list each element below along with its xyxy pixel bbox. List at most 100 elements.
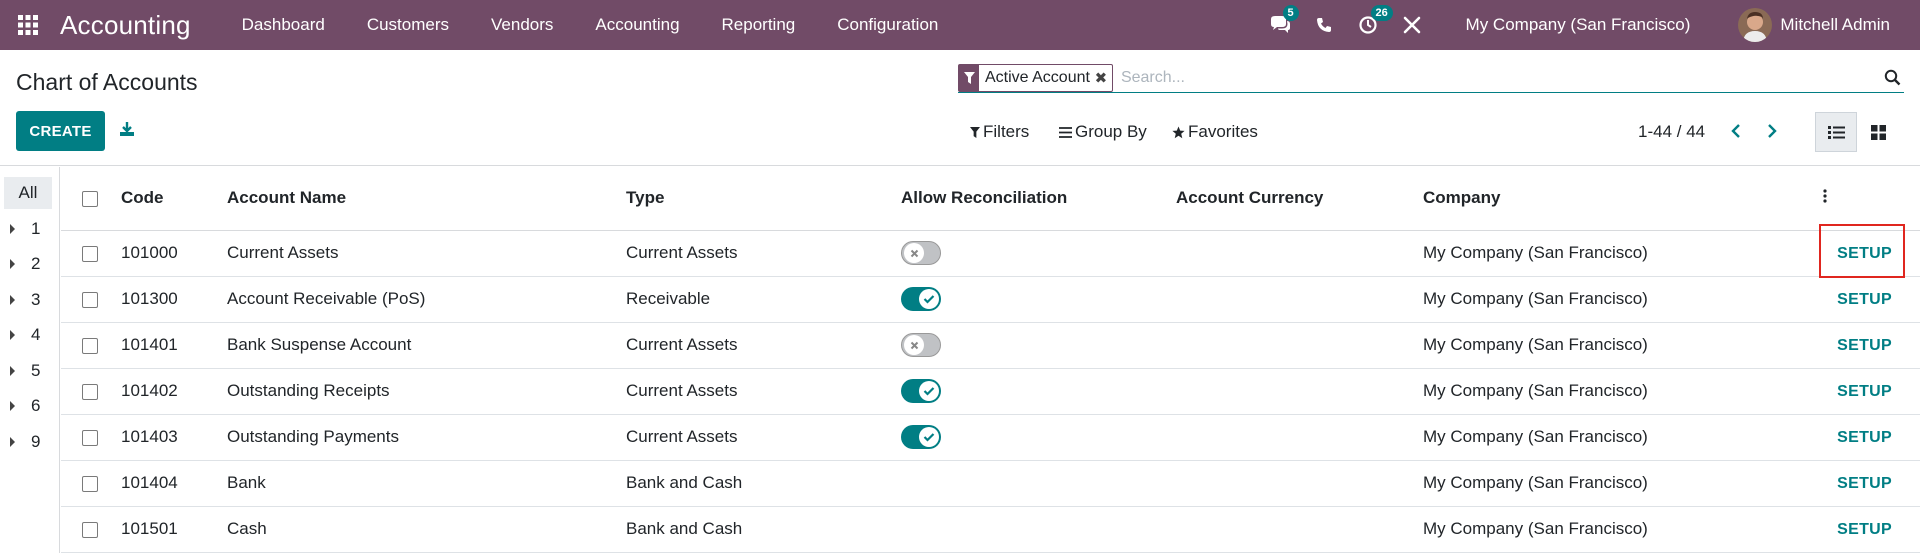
search-input[interactable] (1112, 63, 1880, 92)
setup-button[interactable]: SETUP (1837, 337, 1892, 355)
row-checkbox[interactable] (82, 383, 98, 400)
side-panel-all[interactable]: All (4, 177, 52, 209)
header-allow-reconciliation[interactable]: Allow Reconciliation (901, 167, 1176, 231)
setup-button[interactable]: SETUP (1837, 245, 1892, 263)
header-type[interactable]: Type (626, 167, 901, 231)
tools-icon[interactable] (1390, 0, 1434, 50)
side-panel-group[interactable]: 2 (10, 252, 40, 276)
header-account-currency[interactable]: Account Currency (1176, 167, 1423, 231)
row-checkbox[interactable] (82, 245, 98, 262)
messages-badge: 5 (1282, 5, 1299, 21)
column-options-icon[interactable] (1823, 188, 1827, 208)
list-view-icon[interactable] (1815, 112, 1857, 152)
create-button[interactable]: CREATE (16, 111, 105, 151)
table-row[interactable]: 101401 Bank Suspense Account Current Ass… (61, 322, 1920, 369)
caret-right-icon (10, 437, 15, 447)
row-checkbox[interactable] (82, 337, 98, 354)
header-code[interactable]: Code (121, 167, 227, 231)
cell-code: 101404 (121, 460, 227, 507)
reconcile-toggle[interactable] (901, 241, 941, 265)
setup-button[interactable]: SETUP (1837, 521, 1892, 539)
phone-icon[interactable] (1302, 0, 1346, 50)
reconcile-toggle[interactable] (901, 287, 941, 311)
reconcile-toggle[interactable] (901, 333, 941, 357)
chevron-right-icon[interactable] (1762, 120, 1782, 142)
caret-right-icon (10, 401, 15, 411)
row-checkbox[interactable] (82, 475, 98, 492)
reconcile-toggle[interactable] (901, 425, 941, 449)
setup-button[interactable]: SETUP (1837, 475, 1892, 493)
row-checkbox[interactable] (82, 521, 98, 538)
chevron-left-icon[interactable] (1726, 120, 1746, 142)
side-panel: All 1 2 3 4 5 6 9 (0, 167, 60, 553)
activity-clock-icon[interactable]: 26 (1346, 0, 1393, 50)
table-row[interactable]: 101403 Outstanding Payments Current Asse… (61, 414, 1920, 461)
cell-account-currency (1176, 460, 1423, 507)
row-checkbox[interactable] (82, 429, 98, 446)
kanban-view-icon[interactable] (1857, 112, 1899, 152)
group-by-icon (1059, 126, 1072, 138)
favorites-label: Favorites (1188, 122, 1258, 141)
side-panel-group[interactable]: 1 (10, 217, 40, 241)
app-brand[interactable]: Accounting (60, 10, 191, 41)
cell-code: 101000 (121, 230, 227, 277)
accounts-table: Code Account Name Type Allow Reconciliat… (61, 167, 1920, 553)
table-header-row: Code Account Name Type Allow Reconciliat… (61, 167, 1920, 231)
menu-configuration[interactable]: Configuration (816, 0, 959, 50)
company-switcher[interactable]: My Company (San Francisco) (1444, 0, 1713, 50)
facet-remove-icon[interactable]: ✖ (1095, 65, 1112, 91)
avatar (1738, 8, 1773, 42)
apps-grid-icon[interactable] (0, 0, 56, 50)
menu-accounting[interactable]: Accounting (574, 0, 700, 50)
group-label: 5 (31, 361, 41, 380)
caret-right-icon (10, 330, 15, 340)
pager-value[interactable]: 1-44 / 44 (1638, 122, 1705, 142)
table-row[interactable]: 101300 Account Receivable (PoS) Receivab… (61, 276, 1920, 323)
cell-account-name: Current Assets (227, 230, 626, 277)
setup-button[interactable]: SETUP (1837, 383, 1892, 401)
side-panel-group[interactable]: 9 (10, 430, 40, 454)
select-all-checkbox-cell (61, 167, 121, 231)
cell-action: SETUP (1823, 506, 1920, 553)
search-icon[interactable] (1880, 64, 1904, 92)
filters-button[interactable]: Filters (970, 122, 1029, 142)
download-icon[interactable] (118, 120, 136, 140)
setup-button[interactable]: SETUP (1837, 291, 1892, 309)
check-icon (919, 381, 939, 401)
menu-customers[interactable]: Customers (346, 0, 470, 50)
table-row[interactable]: 101404 Bank Bank and Cash My Company (Sa… (61, 460, 1920, 507)
group-by-button[interactable]: Group By (1059, 122, 1147, 142)
cell-allow-reconciliation (901, 322, 1176, 369)
row-checkbox-cell (61, 368, 121, 415)
header-company[interactable]: Company (1423, 167, 1823, 231)
favorites-button[interactable]: Favorites (1172, 122, 1258, 142)
table-row[interactable]: 101000 Current Assets Current Assets My … (61, 230, 1920, 277)
table-row[interactable]: 101501 Cash Bank and Cash My Company (Sa… (61, 506, 1920, 553)
side-panel-group[interactable]: 3 (10, 288, 40, 312)
messages-icon[interactable]: 5 (1258, 0, 1302, 50)
cell-code: 101501 (121, 506, 227, 553)
menu-dashboard[interactable]: Dashboard (221, 0, 346, 50)
column-options-cell (1823, 167, 1920, 231)
cell-company: My Company (San Francisco) (1423, 322, 1823, 369)
side-panel-group[interactable]: 5 (10, 359, 40, 383)
setup-button[interactable]: SETUP (1837, 429, 1892, 447)
side-panel-group[interactable]: 4 (10, 323, 40, 347)
select-all-checkbox[interactable] (82, 190, 98, 207)
cross-icon (904, 335, 924, 355)
row-checkbox[interactable] (82, 291, 98, 308)
caret-right-icon (10, 295, 15, 305)
user-menu[interactable]: Mitchell Admin (1712, 0, 1920, 50)
cell-allow-reconciliation (901, 230, 1176, 277)
cell-type: Bank and Cash (626, 506, 901, 553)
cell-code: 101401 (121, 322, 227, 369)
menu-reporting[interactable]: Reporting (701, 0, 817, 50)
header-account-name[interactable]: Account Name (227, 167, 626, 231)
cell-company: My Company (San Francisco) (1423, 414, 1823, 461)
cell-company: My Company (San Francisco) (1423, 506, 1823, 553)
side-panel-group[interactable]: 6 (10, 394, 40, 418)
table-row[interactable]: 101402 Outstanding Receipts Current Asse… (61, 368, 1920, 415)
menu-vendors[interactable]: Vendors (470, 0, 574, 50)
row-checkbox-cell (61, 276, 121, 323)
reconcile-toggle[interactable] (901, 379, 941, 403)
